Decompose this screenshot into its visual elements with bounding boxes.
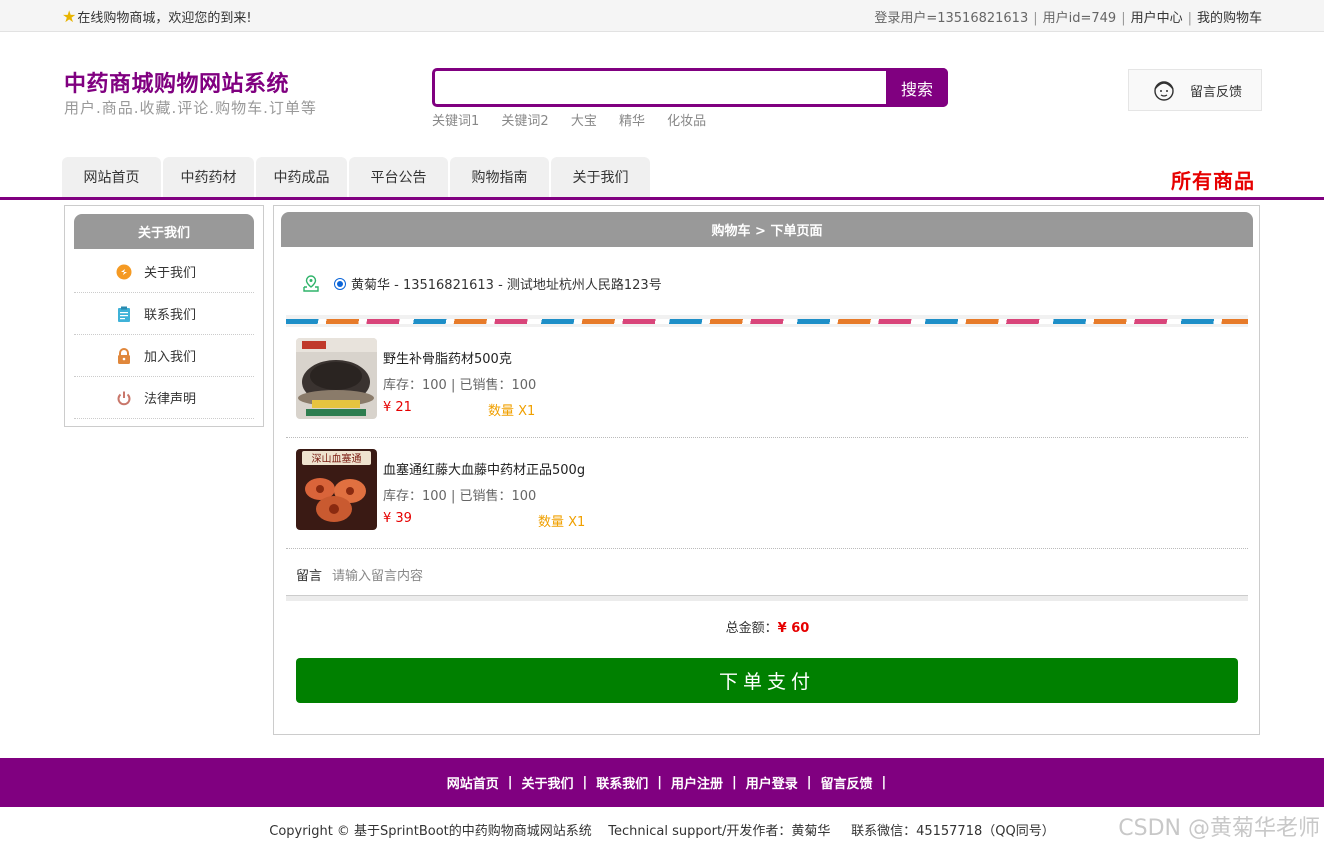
svg-text:深山血塞通: 深山血塞通 — [312, 452, 362, 465]
search-input[interactable]: 搜索 — [432, 68, 948, 107]
tab-home[interactable]: 网站首页 — [62, 157, 161, 197]
star-icon: ★ — [62, 6, 77, 26]
keyword-link[interactable]: 大宝 — [571, 114, 597, 129]
product-stock: 库存：100 | 已销售：100 — [383, 378, 537, 393]
site-title[interactable]: 中药商城购物网站系统 — [64, 66, 289, 98]
footer-link-home[interactable]: 网站首页 — [447, 773, 499, 792]
product-image[interactable] — [296, 338, 377, 419]
address-option[interactable]: 黄菊华 - 13516821613 - 测试地址杭州人民路123号 — [302, 274, 662, 293]
welcome-text: ★ 在线购物商城，欢迎您的到来! — [62, 6, 252, 26]
site-subtitle: 用户.商品.收藏.评论.购物车.订单等 — [64, 99, 317, 117]
order-total: 总金额：¥ 60 — [725, 621, 810, 636]
product-image[interactable]: 深山血塞通 — [296, 449, 377, 530]
cart-item: 深山血塞通 血塞通红藤大血藤中药材正品500g 库存：100 | 已销售：100… — [286, 439, 1248, 549]
footer-link-contact[interactable]: 联系我们 — [596, 773, 648, 792]
address-text: 黄菊华 - 13516821613 - 测试地址杭州人民路123号 — [351, 278, 662, 293]
breadcrumb: 购物车 > 下单页面 — [281, 212, 1253, 247]
keyword-link[interactable]: 精华 — [619, 114, 645, 129]
keyword-link[interactable]: 化妆品 — [667, 114, 706, 129]
search-button[interactable]: 搜索 — [886, 68, 948, 107]
keyword-link[interactable]: 关键词2 — [501, 114, 548, 129]
sidebar-item-contact[interactable]: 联系我们 — [74, 293, 254, 335]
footer-link-login[interactable]: 用户登录 — [746, 773, 798, 792]
product-price: ¥ 21 — [383, 400, 412, 415]
my-cart-link[interactable]: 我的购物车 — [1197, 11, 1262, 26]
user-center-link[interactable]: 用户中心 — [1131, 11, 1183, 26]
address-radio[interactable] — [334, 277, 346, 290]
clipboard-icon — [118, 306, 130, 322]
remark-row: 留言 请输入留言内容 — [296, 565, 423, 584]
footer-link-register[interactable]: 用户注册 — [671, 773, 723, 792]
user-links: 登录用户=13516821613 | 用户id=749 | 用户中心 | 我的购物车 — [874, 11, 1262, 26]
search-keywords: 关键词1 关键词2 大宝 精华 化妆品 — [432, 110, 724, 129]
user-id-text: 用户id=749 — [1042, 11, 1117, 26]
product-name[interactable]: 血塞通红藤大血藤中药材正品500g — [383, 459, 585, 478]
tab-guide[interactable]: 购物指南 — [450, 157, 549, 197]
product-price: ¥ 39 — [383, 511, 412, 526]
about-icon — [116, 264, 132, 279]
remark-divider — [286, 595, 1248, 601]
all-goods-link[interactable]: 所有商品 — [1171, 165, 1255, 194]
sidebar-item-about[interactable]: 关于我们 — [74, 251, 254, 293]
footer-link-about[interactable]: 关于我们 — [521, 773, 573, 792]
remark-label: 留言 — [296, 569, 323, 584]
pay-button[interactable]: 下单支付 — [296, 658, 1238, 703]
keyword-link[interactable]: 关键词1 — [432, 114, 479, 129]
footer-link-feedback[interactable]: 留言反馈 — [821, 773, 873, 792]
feedback-button[interactable]: 留言反馈 — [1128, 69, 1262, 111]
product-quantity: 数量 X1 — [488, 404, 536, 419]
nav-divider — [0, 197, 1324, 200]
sidebar-title: 关于我们 — [74, 214, 254, 249]
login-user-text: 登录用户=13516821613 — [874, 11, 1029, 26]
airmail-stripe — [286, 319, 1248, 324]
footer-nav: 网站首页 | 关于我们 | 联系我们 | 用户注册 | 用户登录 | 留言反馈 | — [0, 758, 1324, 807]
product-quantity: 数量 X1 — [538, 515, 586, 530]
tab-announcements[interactable]: 平台公告 — [349, 157, 448, 197]
location-pin-icon — [303, 274, 319, 292]
sidebar: 关于我们 关于我们 联系我们 加入我们 法律声明 — [64, 205, 264, 427]
sidebar-item-legal[interactable]: 法律声明 — [74, 377, 254, 419]
customer-service-icon — [1154, 81, 1174, 101]
total-amount: ¥ 60 — [777, 621, 810, 636]
tab-about[interactable]: 关于我们 — [551, 157, 650, 197]
top-bar: ★ 在线购物商城，欢迎您的到来! 登录用户=13516821613 | 用户id=7… — [0, 0, 1324, 32]
power-icon — [117, 391, 131, 405]
sidebar-item-join[interactable]: 加入我们 — [74, 335, 254, 377]
product-name[interactable]: 野生补骨脂药材500克 — [383, 348, 512, 367]
order-panel: 购物车 > 下单页面 黄菊华 - 13516821613 - 测试地址杭州人民路… — [273, 205, 1260, 735]
tab-products[interactable]: 中药成品 — [256, 157, 347, 197]
main-nav: 网站首页 中药药材 中药成品 平台公告 购物指南 关于我们 — [62, 157, 652, 197]
lock-icon — [118, 347, 130, 364]
cart-item: 野生补骨脂药材500克 库存：100 | 已销售：100 ¥ 21 数量 X1 — [286, 328, 1248, 438]
tab-herbs[interactable]: 中药药材 — [163, 157, 254, 197]
product-stock: 库存：100 | 已销售：100 — [383, 489, 537, 504]
remark-input[interactable]: 请输入留言内容 — [332, 565, 423, 584]
watermark: CSDN @黄菊华老师 — [1118, 816, 1320, 841]
